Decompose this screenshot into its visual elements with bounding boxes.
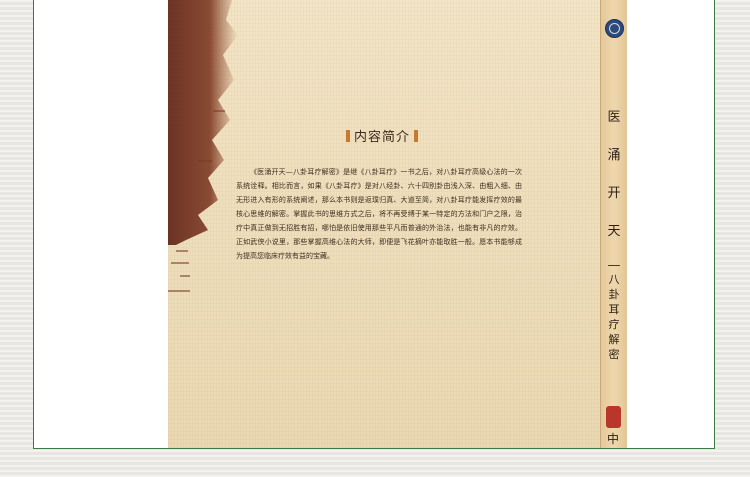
heading-right-bar — [414, 129, 419, 142]
spine-subtitle-char: 八 — [608, 273, 620, 286]
book-spine: 医 涌 开 天 — 八 卦 耳 疗 解 密 中 — [600, 0, 627, 448]
book-back-cover: 内容简介 《医涌开天—八卦耳疗解密》是继《八卦耳疗》一书之后，对八卦耳疗高级心法… — [168, 0, 600, 448]
section-heading: 内容简介 — [346, 126, 419, 145]
spine-subtitle-char: 解 — [608, 333, 620, 346]
spine-title-char: 医 — [607, 110, 621, 125]
publisher-emblem-icon — [605, 19, 624, 38]
spine-title-char: 天 — [607, 224, 621, 239]
spine-title-char: 涌 — [607, 148, 621, 163]
spine-publisher-char: 中 — [607, 432, 620, 446]
book-description: 《医涌开天—八卦耳疗解密》是继《八卦耳疗》一书之后，对八卦耳疗高级心法的一次系统… — [236, 165, 522, 263]
spine-subtitle-char: 耳 — [608, 303, 620, 316]
spine-subtitle-char: 卦 — [608, 288, 620, 301]
spine-subtitle-char: 密 — [608, 348, 620, 361]
description-paragraph: 《医涌开天—八卦耳疗解密》是继《八卦耳疗》一书之后，对八卦耳疗高级心法的一次系统… — [236, 168, 522, 260]
spine-title: 医 涌 开 天 — — [603, 106, 625, 296]
section-heading-text: 内容简介 — [354, 130, 411, 145]
spine-title-char: 开 — [607, 186, 621, 201]
red-seal-icon — [606, 406, 621, 428]
spine-subtitle: 八 卦 耳 疗 解 密 — [603, 272, 625, 362]
spine-subtitle-char: 疗 — [608, 318, 620, 331]
heading-left-bar — [346, 129, 350, 142]
